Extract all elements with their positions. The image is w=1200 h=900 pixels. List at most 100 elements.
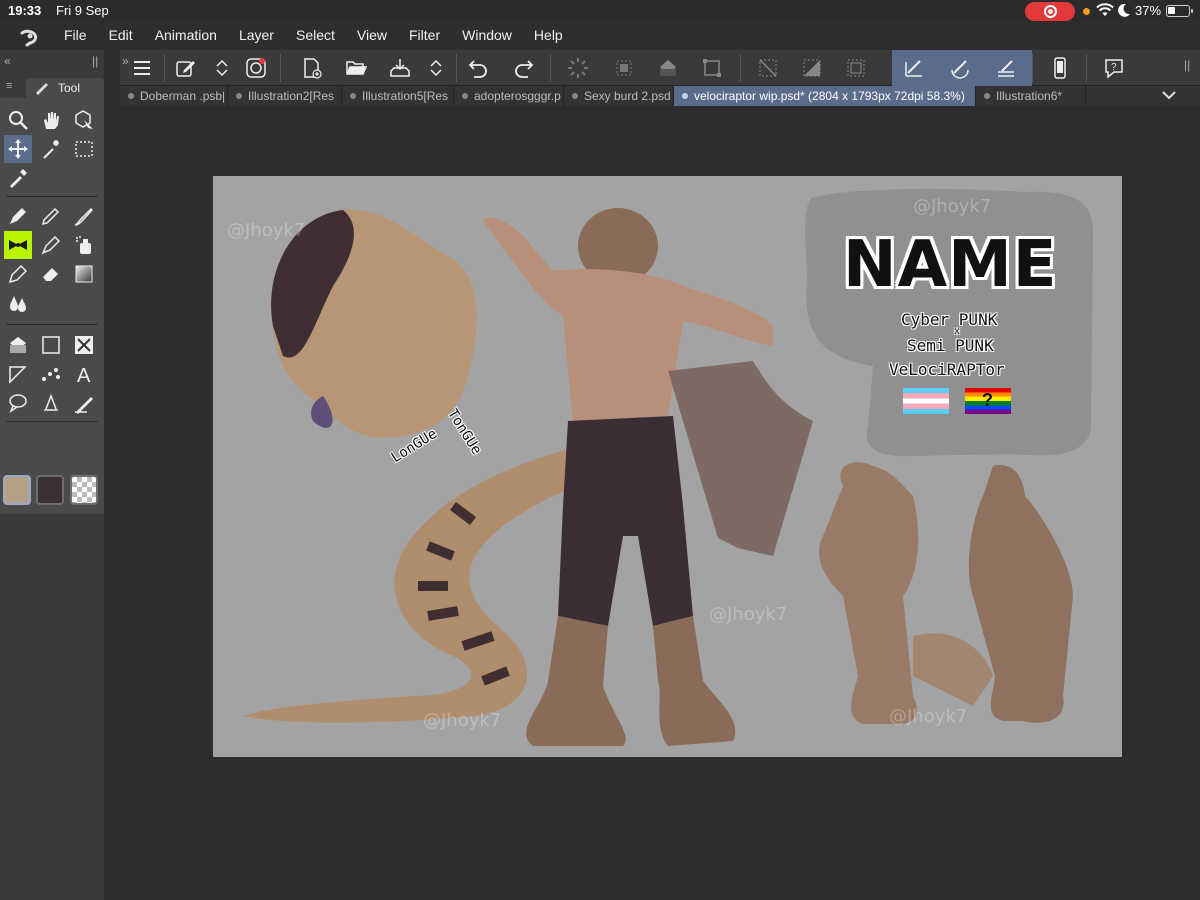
tab-velociraptor-wip[interactable]: velociraptor wip.psd* (2804 x 1793px 72d… xyxy=(674,86,976,106)
move-tool-icon[interactable] xyxy=(4,135,32,163)
flag-question-mark: ? xyxy=(982,390,993,410)
tab-sexy-burd[interactable]: Sexy burd 2.psd xyxy=(564,86,674,106)
shield xyxy=(668,361,813,556)
sub-tool-brush-icon[interactable] xyxy=(70,389,98,417)
save-options-arrows-icon[interactable] xyxy=(422,54,450,82)
undo-icon[interactable] xyxy=(464,54,492,82)
reference-front xyxy=(819,462,919,725)
snap-to-special-ruler-icon[interactable] xyxy=(946,54,974,82)
tab-doberman[interactable]: Doberman .psb| xyxy=(120,86,228,106)
new-file-icon[interactable] xyxy=(298,54,326,82)
deselect-icon[interactable] xyxy=(754,54,782,82)
desc-line-2: Semi PUNK xyxy=(907,336,994,355)
blend-tool-icon[interactable] xyxy=(37,231,65,259)
hand-tool-icon[interactable] xyxy=(37,106,65,134)
bucket-fill-icon[interactable] xyxy=(654,54,682,82)
menu-bar: File Edit Animation Layer Select View Fi… xyxy=(0,22,1200,50)
smartphone-connect-icon[interactable] xyxy=(1046,54,1074,82)
selection-fill-icon[interactable] xyxy=(610,54,638,82)
zoom-tool-icon[interactable] xyxy=(4,106,32,134)
sub-color-swatch[interactable] xyxy=(36,475,64,505)
save-icon[interactable] xyxy=(386,54,414,82)
decoration-tool-icon[interactable] xyxy=(4,231,32,259)
menu-animation[interactable]: Animation xyxy=(155,27,217,43)
tab-adopterosgggr[interactable]: adopterosgggr.p xyxy=(454,86,564,106)
settings-edit-icon[interactable] xyxy=(172,54,200,82)
screen-recording-indicator[interactable] xyxy=(1025,2,1075,21)
marquee-tool-icon[interactable] xyxy=(70,135,98,163)
status-date: Fri 9 Sep xyxy=(56,3,109,18)
clip-studio-logo-icon[interactable] xyxy=(18,25,42,47)
tool-tab[interactable]: Tool xyxy=(26,78,104,98)
transform-icon[interactable] xyxy=(698,54,726,82)
gradient-tool-icon[interactable] xyxy=(70,260,98,288)
tab-illustration6[interactable]: Illustration6* xyxy=(976,86,1086,106)
menu-items: File Edit Animation Layer Select View Fi… xyxy=(64,27,585,43)
chevron-down-icon[interactable] xyxy=(1160,86,1178,104)
do-not-disturb-icon xyxy=(1118,3,1130,17)
status-bar: 19:33 Fri 9 Sep 37% xyxy=(0,0,1200,22)
artwork-canvas[interactable]: @Jhoyk7 @Jhoyk7 @Jhoyk7 @Jhoyk7 @Jhoyk7 … xyxy=(213,176,1122,757)
pencil-tool-icon[interactable] xyxy=(37,202,65,230)
menu-select[interactable]: Select xyxy=(296,27,335,43)
command-bar: » ? || xyxy=(120,50,1200,86)
panel-divider[interactable] xyxy=(104,50,120,900)
fill-tool-icon[interactable] xyxy=(4,331,32,359)
open-file-icon[interactable] xyxy=(342,54,370,82)
watermark: @Jhoyk7 xyxy=(889,706,968,727)
main-color-swatch[interactable] xyxy=(3,475,31,505)
wifi-icon xyxy=(1096,3,1114,16)
ruler-tool-icon[interactable] xyxy=(4,360,32,388)
rectangle-figure-tool-icon[interactable] xyxy=(37,331,65,359)
tool-grid: A xyxy=(0,98,104,514)
watermark: @Jhoyk7 xyxy=(227,220,306,241)
battery-icon xyxy=(1166,5,1193,17)
document-tab-bar: Doberman .psb| Illustration2[Res Illustr… xyxy=(120,86,1200,106)
3d-tool-icon[interactable] xyxy=(37,360,65,388)
panel-menu-icon[interactable]: ≡ xyxy=(6,80,12,92)
eraser-tool-icon[interactable] xyxy=(37,260,65,288)
menu-window[interactable]: Window xyxy=(462,27,512,43)
tool-panel: « || ≡ Tool A xyxy=(0,50,104,900)
menu-filter[interactable]: Filter xyxy=(409,27,440,43)
airbrush-tool-icon[interactable] xyxy=(70,231,98,259)
invert-selection-icon[interactable] xyxy=(798,54,826,82)
eyedropper-tool-icon[interactable] xyxy=(4,164,32,192)
menu-layer[interactable]: Layer xyxy=(239,27,274,43)
fountain-pen-tool-icon[interactable] xyxy=(4,260,32,288)
desc-line-3: VeLociRAPTor xyxy=(889,360,1005,379)
companion-mode-icon[interactable] xyxy=(242,54,270,82)
panel-grip-icon[interactable]: || xyxy=(92,54,98,68)
status-time: 19:33 xyxy=(8,3,42,18)
help-icon[interactable]: ? xyxy=(1100,54,1128,82)
menu-file[interactable]: File xyxy=(64,27,87,43)
menu-edit[interactable]: Edit xyxy=(109,27,133,43)
hamburger-menu-icon[interactable] xyxy=(128,54,156,82)
text-tool-icon[interactable]: A xyxy=(70,360,98,388)
menu-help[interactable]: Help xyxy=(534,27,563,43)
auto-select-tool-icon[interactable] xyxy=(37,135,65,163)
loading-spinner-icon[interactable] xyxy=(564,54,592,82)
object-tool-icon[interactable] xyxy=(70,106,98,134)
svg-text:A: A xyxy=(77,365,91,385)
select-all-icon[interactable] xyxy=(842,54,870,82)
collapse-left-icon[interactable]: « xyxy=(4,54,11,68)
up-down-arrows-icon[interactable] xyxy=(208,54,236,82)
balloon-tool-icon[interactable] xyxy=(4,389,32,417)
correct-line-tool-icon[interactable] xyxy=(37,389,65,417)
snap-to-grid-icon[interactable] xyxy=(992,54,1020,82)
transparent-color-swatch[interactable] xyxy=(70,475,98,505)
tool-tab-label: Tool xyxy=(58,81,81,95)
name-heading: NAME xyxy=(843,228,1058,302)
tab-illustration5[interactable]: Illustration5[Res xyxy=(342,86,454,106)
redo-icon[interactable] xyxy=(510,54,538,82)
menu-view[interactable]: View xyxy=(357,27,387,43)
tab-illustration2[interactable]: Illustration2[Res xyxy=(228,86,342,106)
brush-tool-icon[interactable] xyxy=(70,202,98,230)
mic-in-use-icon xyxy=(1083,8,1090,15)
blur-tool-icon[interactable] xyxy=(4,289,32,317)
ruler-snap-icon[interactable] xyxy=(900,54,928,82)
frame-tool-icon[interactable] xyxy=(70,331,98,359)
toolbar-grip-icon[interactable]: || xyxy=(1184,58,1190,72)
pen-tool-icon[interactable] xyxy=(4,202,32,230)
